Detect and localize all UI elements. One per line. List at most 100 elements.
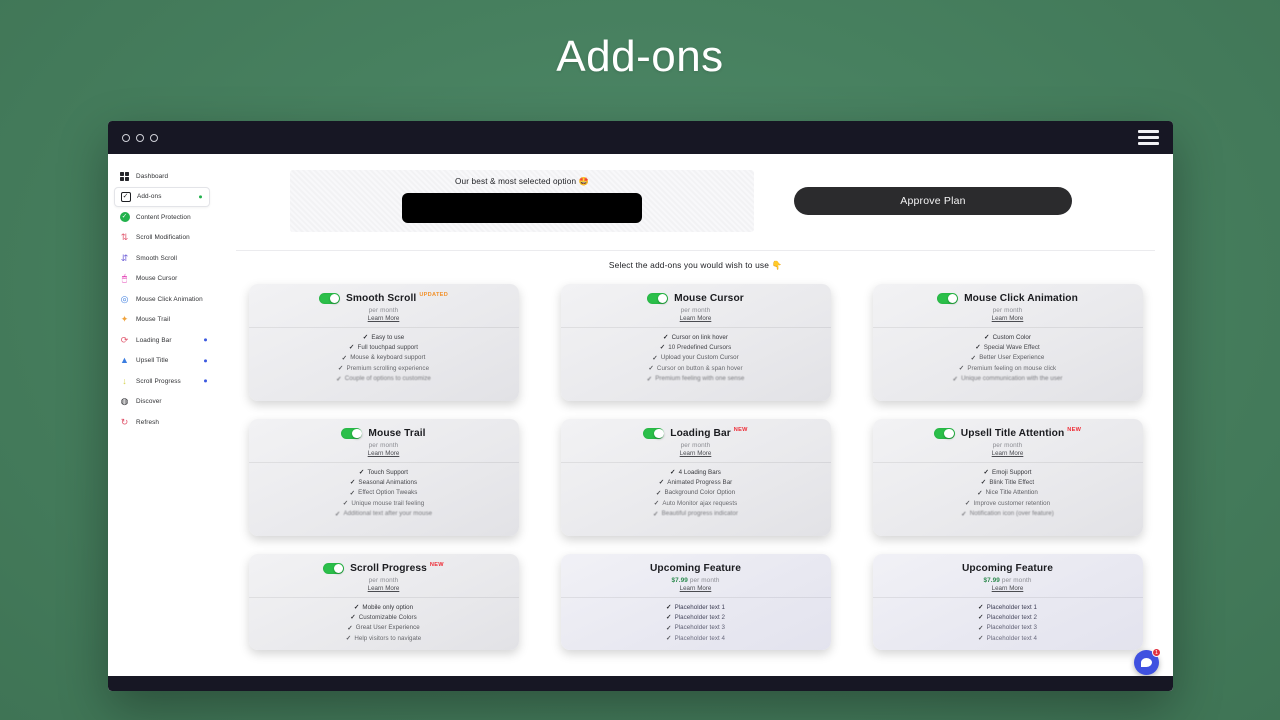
sidebar-item-upsell-title[interactable]: ▲Upsell Title [114, 351, 214, 372]
card-feature: ✓Nice Title Attention [977, 489, 1038, 497]
card-feature: ✓Great User Experience [347, 624, 420, 632]
sidebar-item-label: Mouse Click Animation [136, 296, 203, 303]
learn-more-link[interactable]: Learn More [561, 315, 831, 322]
learn-more-link[interactable]: Learn More [561, 585, 831, 592]
chat-unread-badge: 1 [1152, 648, 1161, 657]
card-feature: ✓10 Predefined Cursors [660, 343, 732, 351]
card-feature: ✓Placeholder text 2 [978, 613, 1037, 621]
card-feature-label: Premium scrolling experience [347, 365, 430, 372]
check-icon: ✓ [959, 364, 965, 372]
learn-more-link[interactable]: Learn More [249, 450, 519, 457]
card-feature: ✓Placeholder text 3 [978, 624, 1037, 632]
addon-toggle-switch[interactable] [341, 428, 362, 439]
sidebar-item-mouse-click-animation[interactable]: ◎Mouse Click Animation [114, 289, 214, 310]
card-price-suffix: per month [1002, 577, 1032, 584]
card-feature-label: Easy to use [371, 334, 404, 341]
sidebar-item-refresh[interactable]: ↻Refresh [114, 412, 214, 433]
check-icon: ✓ [354, 603, 360, 611]
window-dot-close-icon[interactable] [122, 134, 130, 142]
check-icon: ✓ [347, 624, 353, 632]
check-icon: ✓ [343, 499, 349, 507]
card-feature-label: Nice Title Attention [986, 489, 1038, 496]
card-feature: ✓Custom Color [984, 333, 1031, 341]
learn-more-link[interactable]: Learn More [249, 585, 519, 592]
card-feature-list: ✓Easy to use✓Full touchpad support✓Mouse… [249, 328, 519, 383]
check-icon: ✓ [350, 489, 356, 497]
addon-toggle-switch[interactable] [934, 428, 955, 439]
addon-card: Mouse Click Animationper monthLearn More… [873, 284, 1143, 401]
card-feature: ✓Placeholder text 3 [666, 624, 725, 632]
window-dot-maximize-icon[interactable] [150, 134, 158, 142]
card-header: Upcoming Feature [873, 561, 1143, 576]
checkbox-icon: ✓ [120, 191, 131, 202]
card-header: Upcoming Feature [561, 561, 831, 576]
card-feature: ✓Couple of options to customize [336, 375, 431, 383]
addon-toggle-switch[interactable] [647, 293, 668, 304]
toggle-knob [654, 429, 664, 439]
sidebar-item-scroll-progress[interactable]: ↓Scroll Progress [114, 371, 214, 392]
card-feature: ✓Beautiful progress indicator [653, 510, 738, 518]
card-feature: ✓Customizable Colors [350, 613, 417, 621]
card-header: Scroll ProgressNEW [249, 561, 519, 576]
learn-more-link[interactable]: Learn More [249, 315, 519, 322]
card-feature: ✓Improve customer retention [965, 499, 1050, 507]
check-icon: ✓ [648, 364, 654, 372]
card-feature-label: Mobile only option [362, 604, 413, 611]
card-header: Upsell Title AttentionNEW [873, 426, 1143, 441]
addon-toggle-switch[interactable] [323, 563, 344, 574]
sidebar-item-mouse-cursor[interactable]: 🖱Mouse Cursor [114, 269, 214, 290]
card-title: Upcoming Feature [650, 563, 741, 574]
sidebar-item-scroll-modification[interactable]: ⇅Scroll Modification [114, 228, 214, 249]
card-feature-label: Mouse & keyboard support [350, 354, 425, 361]
learn-more-link[interactable]: Learn More [561, 450, 831, 457]
sidebar-item-label: Mouse Cursor [136, 275, 177, 282]
sidebar-item-loading-bar[interactable]: ⟳Loading Bar [114, 330, 214, 351]
card-feature: ✓Additional text after your mouse [335, 510, 432, 518]
sidebar-item-label: Content Protection [136, 214, 191, 221]
main-content: Our best & most selected option 🤩 Approv… [218, 154, 1173, 691]
check-icon: ✓ [971, 354, 977, 362]
card-price: $7.99 [983, 577, 1000, 584]
check-icon: ✓ [335, 510, 341, 518]
learn-more-link[interactable]: Learn More [873, 585, 1143, 592]
window-dot-minimize-icon[interactable] [136, 134, 144, 142]
learn-more-link[interactable]: Learn More [873, 450, 1143, 457]
check-icon: ✓ [654, 499, 660, 507]
promo-banner: Our best & most selected option 🤩 [290, 170, 754, 232]
card-feature-label: Placeholder text 2 [675, 614, 725, 621]
check-icon: ✓ [336, 375, 342, 383]
sidebar-item-content-protection[interactable]: ✓Content Protection [114, 207, 214, 228]
card-feature: ✓Help visitors to navigate [346, 634, 422, 642]
sidebar-item-discover[interactable]: ◍Discover [114, 392, 214, 413]
card-feature-label: 10 Predefined Cursors [668, 344, 731, 351]
sidebar-item-smooth-scroll[interactable]: ⇵Smooth Scroll [114, 248, 214, 269]
chat-widget-button[interactable]: 1 [1134, 650, 1159, 675]
sidebar-item-mouse-trail[interactable]: ✦Mouse Trail [114, 310, 214, 331]
sidebar-item-add-ons[interactable]: ✓Add-ons [114, 187, 210, 208]
toggle-knob [658, 294, 668, 304]
addon-toggle-switch[interactable] [643, 428, 664, 439]
toggle-knob [334, 564, 344, 574]
learn-more-link[interactable]: Learn More [873, 315, 1143, 322]
card-feature-label: Placeholder text 2 [987, 614, 1037, 621]
window-body: Dashboard✓Add-ons✓Content Protection⇅Scr… [108, 154, 1173, 691]
card-feature-label: Effect Option Tweaks [358, 489, 417, 496]
sidebar-item-label: Loading Bar [136, 337, 172, 344]
addon-toggle-switch[interactable] [937, 293, 958, 304]
mouse-trail-icon: ✦ [119, 314, 130, 325]
check-icon: ✓ [983, 468, 989, 476]
card-feature-label: Premium feeling with one sense [655, 375, 744, 382]
card-feature-label: Placeholder text 1 [987, 604, 1037, 611]
sidebar-item-dashboard[interactable]: Dashboard [114, 166, 214, 187]
check-icon: ✓ [961, 510, 967, 518]
toggle-knob [352, 429, 362, 439]
addon-card: Mouse Trailper monthLearn More✓Touch Sup… [249, 419, 519, 536]
hamburger-icon[interactable] [1138, 130, 1159, 145]
card-price-line: per month [873, 307, 1143, 314]
sidebar-item-label: Upsell Title [136, 357, 168, 364]
addon-toggle-switch[interactable] [319, 293, 340, 304]
window-controls[interactable] [122, 134, 158, 142]
card-feature: ✓Upload your Custom Cursor [652, 354, 739, 362]
card-feature-label: Placeholder text 1 [675, 604, 725, 611]
approve-plan-button[interactable]: Approve Plan [794, 187, 1072, 215]
